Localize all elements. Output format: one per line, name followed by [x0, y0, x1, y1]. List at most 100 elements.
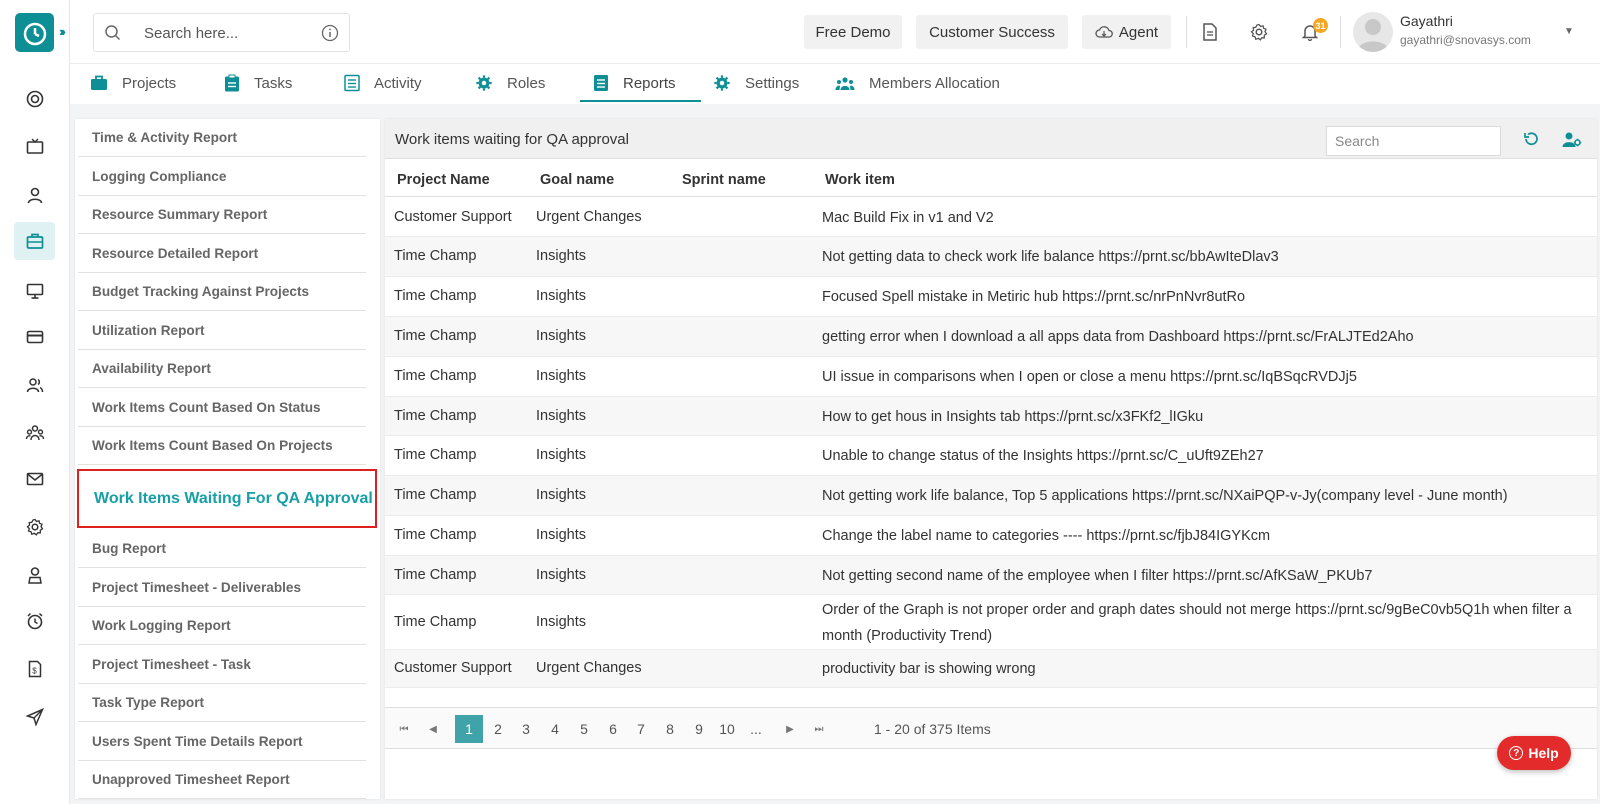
- first-page-icon[interactable]: ⏮: [390, 715, 418, 743]
- cell-work-item[interactable]: How to get hous in Insights tab https://…: [822, 404, 1572, 430]
- page-number-button[interactable]: 5: [570, 715, 598, 743]
- table-row[interactable]: Time Champ Insights Not getting work life …: [385, 476, 1597, 516]
- table-row[interactable]: Time Champ Insights Not getting second nam…: [385, 556, 1597, 595]
- app-logo[interactable]: [15, 13, 54, 52]
- page-number-button[interactable]: 10: [713, 715, 741, 743]
- column-header-goal-name[interactable]: Goal name: [540, 172, 614, 188]
- table-row[interactable]: Time Champ Insights Order of the Graph is …: [385, 595, 1597, 650]
- table-row[interactable]: Time Champ Insights Focused Spell mistake …: [385, 277, 1597, 317]
- tab-settings[interactable]: Settings: [713, 64, 799, 102]
- rail-settings-icon[interactable]: [14, 508, 55, 546]
- report-item[interactable]: Bug Report: [78, 530, 366, 568]
- rail-team-icon[interactable]: [14, 414, 55, 452]
- report-item[interactable]: Logging Compliance: [78, 157, 366, 196]
- cell-work-item[interactable]: Change the label name to categories ----…: [822, 523, 1572, 549]
- report-item[interactable]: Work Logging Report: [78, 607, 366, 645]
- rail-alarm-icon[interactable]: [14, 602, 55, 640]
- page-number-button[interactable]: 6: [599, 715, 627, 743]
- page-number-button[interactable]: 7: [627, 715, 655, 743]
- table-row[interactable]: Time Champ Insights Not getting data to ch…: [385, 237, 1597, 277]
- user-menu-chevron-down-icon[interactable]: ▼: [1564, 26, 1574, 37]
- rail-projects-icon[interactable]: [14, 222, 55, 260]
- report-item[interactable]: Budget Tracking Against Projects: [78, 273, 366, 311]
- customer-success-button[interactable]: Customer Success: [916, 15, 1068, 49]
- expand-menu-icon[interactable]: ›››: [59, 24, 66, 39]
- report-item[interactable]: Resource Summary Report: [78, 196, 366, 234]
- rail-user-icon[interactable]: [14, 176, 55, 214]
- agent-button[interactable]: Agent: [1082, 15, 1171, 49]
- tab-reports[interactable]: Reports: [593, 64, 676, 102]
- report-item-selected[interactable]: Work Items Waiting For QA Approval: [77, 469, 377, 528]
- cell-work-item[interactable]: Not getting data to check work life bala…: [822, 244, 1572, 270]
- cell-work-item[interactable]: Not getting work life balance, Top 5 app…: [822, 483, 1572, 509]
- avatar[interactable]: [1353, 12, 1393, 52]
- page-number-button[interactable]: 8: [656, 715, 684, 743]
- refresh-icon[interactable]: [1522, 130, 1540, 153]
- report-item[interactable]: Project Timesheet - Deliverables: [78, 568, 366, 607]
- rail-person-icon[interactable]: [14, 556, 55, 594]
- help-button[interactable]: ? Help: [1497, 736, 1571, 770]
- page-number-button[interactable]: 9: [685, 715, 713, 743]
- rail-card-icon[interactable]: [14, 318, 55, 356]
- cell-project-name: Time Champ: [394, 408, 477, 424]
- table-row[interactable]: Time Champ Insights Change the label name …: [385, 516, 1597, 556]
- report-item[interactable]: Project Timesheet - Task: [78, 645, 366, 684]
- global-search-box[interactable]: Search here...: [93, 13, 350, 52]
- report-item[interactable]: Time & Activity Report: [78, 119, 366, 157]
- report-item[interactable]: Users Spent Time Details Report: [78, 722, 366, 761]
- previous-page-icon[interactable]: ◀: [419, 715, 447, 743]
- members-icon: [835, 77, 855, 90]
- cell-work-item[interactable]: Focused Spell mistake in Metiric hub htt…: [822, 284, 1572, 310]
- tab-members-allocation[interactable]: Members Allocation: [835, 64, 1000, 102]
- column-header-project-name[interactable]: Project Name: [397, 172, 490, 188]
- column-header-work-item[interactable]: Work item: [825, 172, 895, 188]
- grid-search-input[interactable]: Search: [1326, 126, 1501, 156]
- cell-work-item[interactable]: Order of the Graph is not proper order a…: [822, 597, 1572, 649]
- report-item[interactable]: Unapproved Timesheet Report: [78, 761, 366, 799]
- rail-users-icon[interactable]: [14, 366, 55, 404]
- cell-work-item[interactable]: UI issue in comparisons when I open or c…: [822, 364, 1572, 390]
- free-demo-button[interactable]: Free Demo: [804, 15, 902, 49]
- table-row[interactable]: Customer Support Urgent Changes productivi…: [385, 650, 1597, 688]
- next-page-icon[interactable]: ▶: [776, 715, 804, 743]
- report-item[interactable]: Availability Report: [78, 350, 366, 388]
- cell-project-name: Customer Support: [394, 660, 512, 676]
- report-item[interactable]: Work Items Count Based On Projects: [78, 427, 366, 465]
- table-row[interactable]: Customer Support Urgent Changes Mac Build …: [385, 198, 1597, 237]
- cell-work-item[interactable]: Unable to change status of the Insights …: [822, 443, 1572, 469]
- rail-invoice-icon[interactable]: $: [14, 650, 55, 688]
- info-icon[interactable]: [321, 24, 339, 47]
- report-item[interactable]: Work Items Count Based On Status: [78, 388, 366, 427]
- tab-roles[interactable]: Roles: [475, 64, 545, 102]
- rail-dashboard-icon[interactable]: [14, 80, 55, 118]
- settings-gear-icon[interactable]: [1249, 22, 1269, 47]
- table-row[interactable]: Time Champ Insights How to get hous in Ins…: [385, 397, 1597, 436]
- last-page-icon[interactable]: ⏭: [805, 715, 833, 743]
- table-row[interactable]: Time Champ Insights Unable to change statu…: [385, 436, 1597, 476]
- tab-projects[interactable]: Projects: [90, 64, 176, 102]
- cell-work-item[interactable]: getting error when I download a all apps…: [822, 324, 1572, 350]
- cell-work-item[interactable]: Mac Build Fix in v1 and V2: [822, 205, 1572, 231]
- table-row[interactable]: Time Champ Insights getting error when I d…: [385, 317, 1597, 357]
- report-item[interactable]: Task Type Report: [78, 684, 366, 722]
- page-number-button[interactable]: 3: [512, 715, 540, 743]
- rail-send-icon[interactable]: [14, 698, 55, 736]
- cell-work-item[interactable]: productivity bar is showing wrong: [822, 656, 1572, 682]
- page-number-button[interactable]: 1: [455, 715, 483, 743]
- search-input[interactable]: Search here...: [144, 25, 238, 42]
- user-settings-icon[interactable]: [1562, 130, 1582, 153]
- tab-tasks[interactable]: Tasks: [224, 64, 292, 102]
- page-number-button[interactable]: 2: [484, 715, 512, 743]
- document-icon[interactable]: [1200, 22, 1220, 47]
- rail-mail-icon[interactable]: [14, 460, 55, 498]
- tab-activity[interactable]: Activity: [344, 64, 422, 102]
- column-header-sprint-name[interactable]: Sprint name: [682, 172, 766, 188]
- report-item[interactable]: Utilization Report: [78, 311, 366, 350]
- table-row[interactable]: Time Champ Insights UI issue in comparison…: [385, 357, 1597, 397]
- rail-tv-icon[interactable]: [14, 128, 55, 166]
- page-number-button[interactable]: 4: [541, 715, 569, 743]
- page-more-button[interactable]: ...: [742, 715, 770, 743]
- cell-work-item[interactable]: Not getting second name of the employee …: [822, 563, 1572, 589]
- rail-monitor-icon[interactable]: [14, 272, 55, 310]
- report-item[interactable]: Resource Detailed Report: [78, 234, 366, 273]
